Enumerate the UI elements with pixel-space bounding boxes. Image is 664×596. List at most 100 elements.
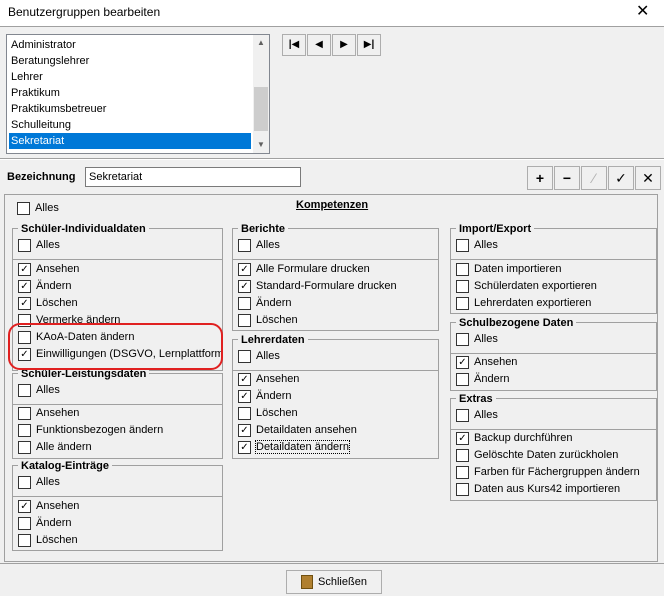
katalog-item-checkbox[interactable] [18, 517, 31, 530]
list-item[interactable]: Praktikumsbetreuer [9, 101, 251, 117]
window-title: Benutzergruppen bearbeiten [8, 5, 161, 19]
extras-group-title: Extras [456, 393, 496, 405]
lehrerdaten-item-checkbox[interactable]: ✓ [238, 441, 251, 454]
add-button[interactable]: + [527, 166, 553, 190]
kompetenzen-title: Kompetenzen [296, 199, 369, 211]
berichte-item-label: Löschen [256, 314, 298, 326]
extras-item-checkbox[interactable] [456, 466, 469, 479]
katalog-item-label: Ändern [36, 517, 72, 529]
nav-prev-button[interactable]: ◀ [307, 34, 331, 56]
door-icon [301, 575, 314, 590]
extras-item-label: Daten aus Kurs42 importieren [474, 483, 621, 495]
berichte-item-label: Alle Formulare drucken [256, 263, 370, 275]
import_export-item-checkbox[interactable] [456, 280, 469, 293]
list-item[interactable]: Beratungslehrer [9, 53, 251, 69]
nav-last-button[interactable]: ▶| [357, 34, 381, 56]
extras-alles-checkbox[interactable] [456, 409, 469, 422]
user-group-list[interactable]: Administrator Beratungslehrer Lehrer Pra… [6, 34, 270, 154]
extras-item-checkbox[interactable] [456, 449, 469, 462]
extras-item-checkbox[interactable]: ✓ [456, 432, 469, 445]
berichte-item-label: Ändern [256, 297, 292, 309]
schulbezogen-item-checkbox[interactable] [456, 373, 469, 386]
katalog-item-label: Löschen [36, 534, 78, 546]
schueler_leistung-item-checkbox[interactable] [18, 441, 31, 454]
cancel-button[interactable]: ✕ [635, 166, 661, 190]
highlight-annotation [8, 323, 223, 370]
schueler_individual-item-checkbox[interactable]: ✓ [18, 297, 31, 310]
schueler_individual-item-checkbox[interactable]: ✓ [18, 280, 31, 293]
katalog-alles-label: Alles [36, 476, 60, 488]
title-separator [0, 26, 664, 27]
katalog-item-checkbox[interactable] [18, 534, 31, 547]
extras-item-checkbox[interactable] [456, 483, 469, 496]
list-item[interactable]: Praktikum [9, 85, 251, 101]
berichte-item-label: Standard-Formulare drucken [256, 280, 397, 292]
schulbezogen-item-checkbox[interactable]: ✓ [456, 356, 469, 369]
scroll-up-icon[interactable]: ▲ [253, 35, 269, 51]
schueler_leistung-item-checkbox[interactable] [18, 424, 31, 437]
lehrerdaten-item-checkbox[interactable]: ✓ [238, 390, 251, 403]
scroll-thumb[interactable] [254, 87, 268, 131]
bezeichnung-input[interactable] [85, 167, 301, 187]
extras-item-label: Gelöschte Daten zurückholen [474, 449, 619, 461]
schueler_leistung-item-label: Ansehen [36, 407, 80, 419]
list-item[interactable]: Administrator [9, 37, 251, 53]
alles-global-label: Alles [35, 202, 59, 214]
berichte-item-checkbox[interactable]: ✓ [238, 280, 251, 293]
schueler_leistung-item-checkbox[interactable] [18, 407, 31, 420]
berichte-alles-checkbox[interactable] [238, 239, 251, 252]
alles-global-checkbox[interactable] [17, 202, 30, 215]
schueler_individual-item-checkbox[interactable]: ✓ [18, 263, 31, 276]
lehrerdaten-item-label: Detaildaten ändern [255, 440, 350, 454]
lehrerdaten-item-label: Detaildaten ansehen [256, 424, 357, 436]
berichte-item-checkbox[interactable]: ✓ [238, 263, 251, 276]
edit-button[interactable]: ⁄ [581, 166, 607, 190]
berichte-alles-label: Alles [256, 239, 280, 251]
remove-button[interactable]: − [554, 166, 580, 190]
schueler_individual-item-label: Löschen [36, 297, 78, 309]
nav-first-button[interactable]: |◀ [282, 34, 306, 56]
lehrerdaten-item-checkbox[interactable]: ✓ [238, 424, 251, 437]
schueler_individual-group-title: Schüler-Individualdaten [18, 223, 149, 235]
list-scrollbar[interactable]: ▲ ▼ [253, 35, 269, 153]
nav-next-button[interactable]: ▶ [332, 34, 356, 56]
schulbezogen-item-label: Ändern [474, 373, 510, 385]
lehrerdaten-item-label: Ändern [256, 390, 292, 402]
schueler_leistung-alles-checkbox[interactable] [18, 384, 31, 397]
list-item-selected[interactable]: Sekretariat [9, 133, 251, 149]
schliessen-label: Schließen [318, 576, 367, 588]
lehrerdaten-item-checkbox[interactable]: ✓ [238, 373, 251, 386]
window-close-button[interactable]: ✕ [636, 1, 649, 21]
schulbezogen-alles-checkbox[interactable] [456, 333, 469, 346]
import_export-item-checkbox[interactable] [456, 263, 469, 276]
scroll-down-icon[interactable]: ▼ [253, 137, 269, 153]
schueler_leistung-item-label: Funktionsbezogen ändern [36, 424, 164, 436]
lehrerdaten-item-checkbox[interactable] [238, 407, 251, 420]
schueler_individual-item-label: Ansehen [36, 263, 80, 275]
import_export-item-checkbox[interactable] [456, 297, 469, 310]
lehrerdaten-alles-checkbox[interactable] [238, 350, 251, 363]
berichte-item-checkbox[interactable] [238, 297, 251, 310]
lehrerdaten-item-label: Ansehen [256, 373, 300, 385]
import_export-item-label: Lehrerdaten exportieren [474, 297, 592, 309]
list-item[interactable]: Lehrer [9, 69, 251, 85]
katalog-item-checkbox[interactable]: ✓ [18, 500, 31, 513]
schueler_leistung-item-label: Alle ändern [36, 441, 92, 453]
schueler_individual-alles-checkbox[interactable] [18, 239, 31, 252]
berichte-item-checkbox[interactable] [238, 314, 251, 327]
lehrerdaten-group-title: Lehrerdaten [238, 334, 308, 346]
list-item[interactable]: Schulleitung [9, 117, 251, 133]
lehrerdaten-item-label: Löschen [256, 407, 298, 419]
schueler_leistung-alles-label: Alles [36, 384, 60, 396]
import_export-alles-label: Alles [474, 239, 498, 251]
import_export-item-label: Daten importieren [474, 263, 562, 275]
confirm-button[interactable]: ✓ [608, 166, 634, 190]
katalog-group-title: Katalog-Einträge [18, 460, 113, 472]
import_export-group-title: Import/Export [456, 223, 535, 235]
schliessen-button[interactable]: Schließen [286, 570, 382, 594]
schueler_individual-alles-label: Alles [36, 239, 60, 251]
schueler_individual-item-label: Ändern [36, 280, 72, 292]
schulbezogen-item-label: Ansehen [474, 356, 518, 368]
katalog-alles-checkbox[interactable] [18, 476, 31, 489]
import_export-alles-checkbox[interactable] [456, 239, 469, 252]
